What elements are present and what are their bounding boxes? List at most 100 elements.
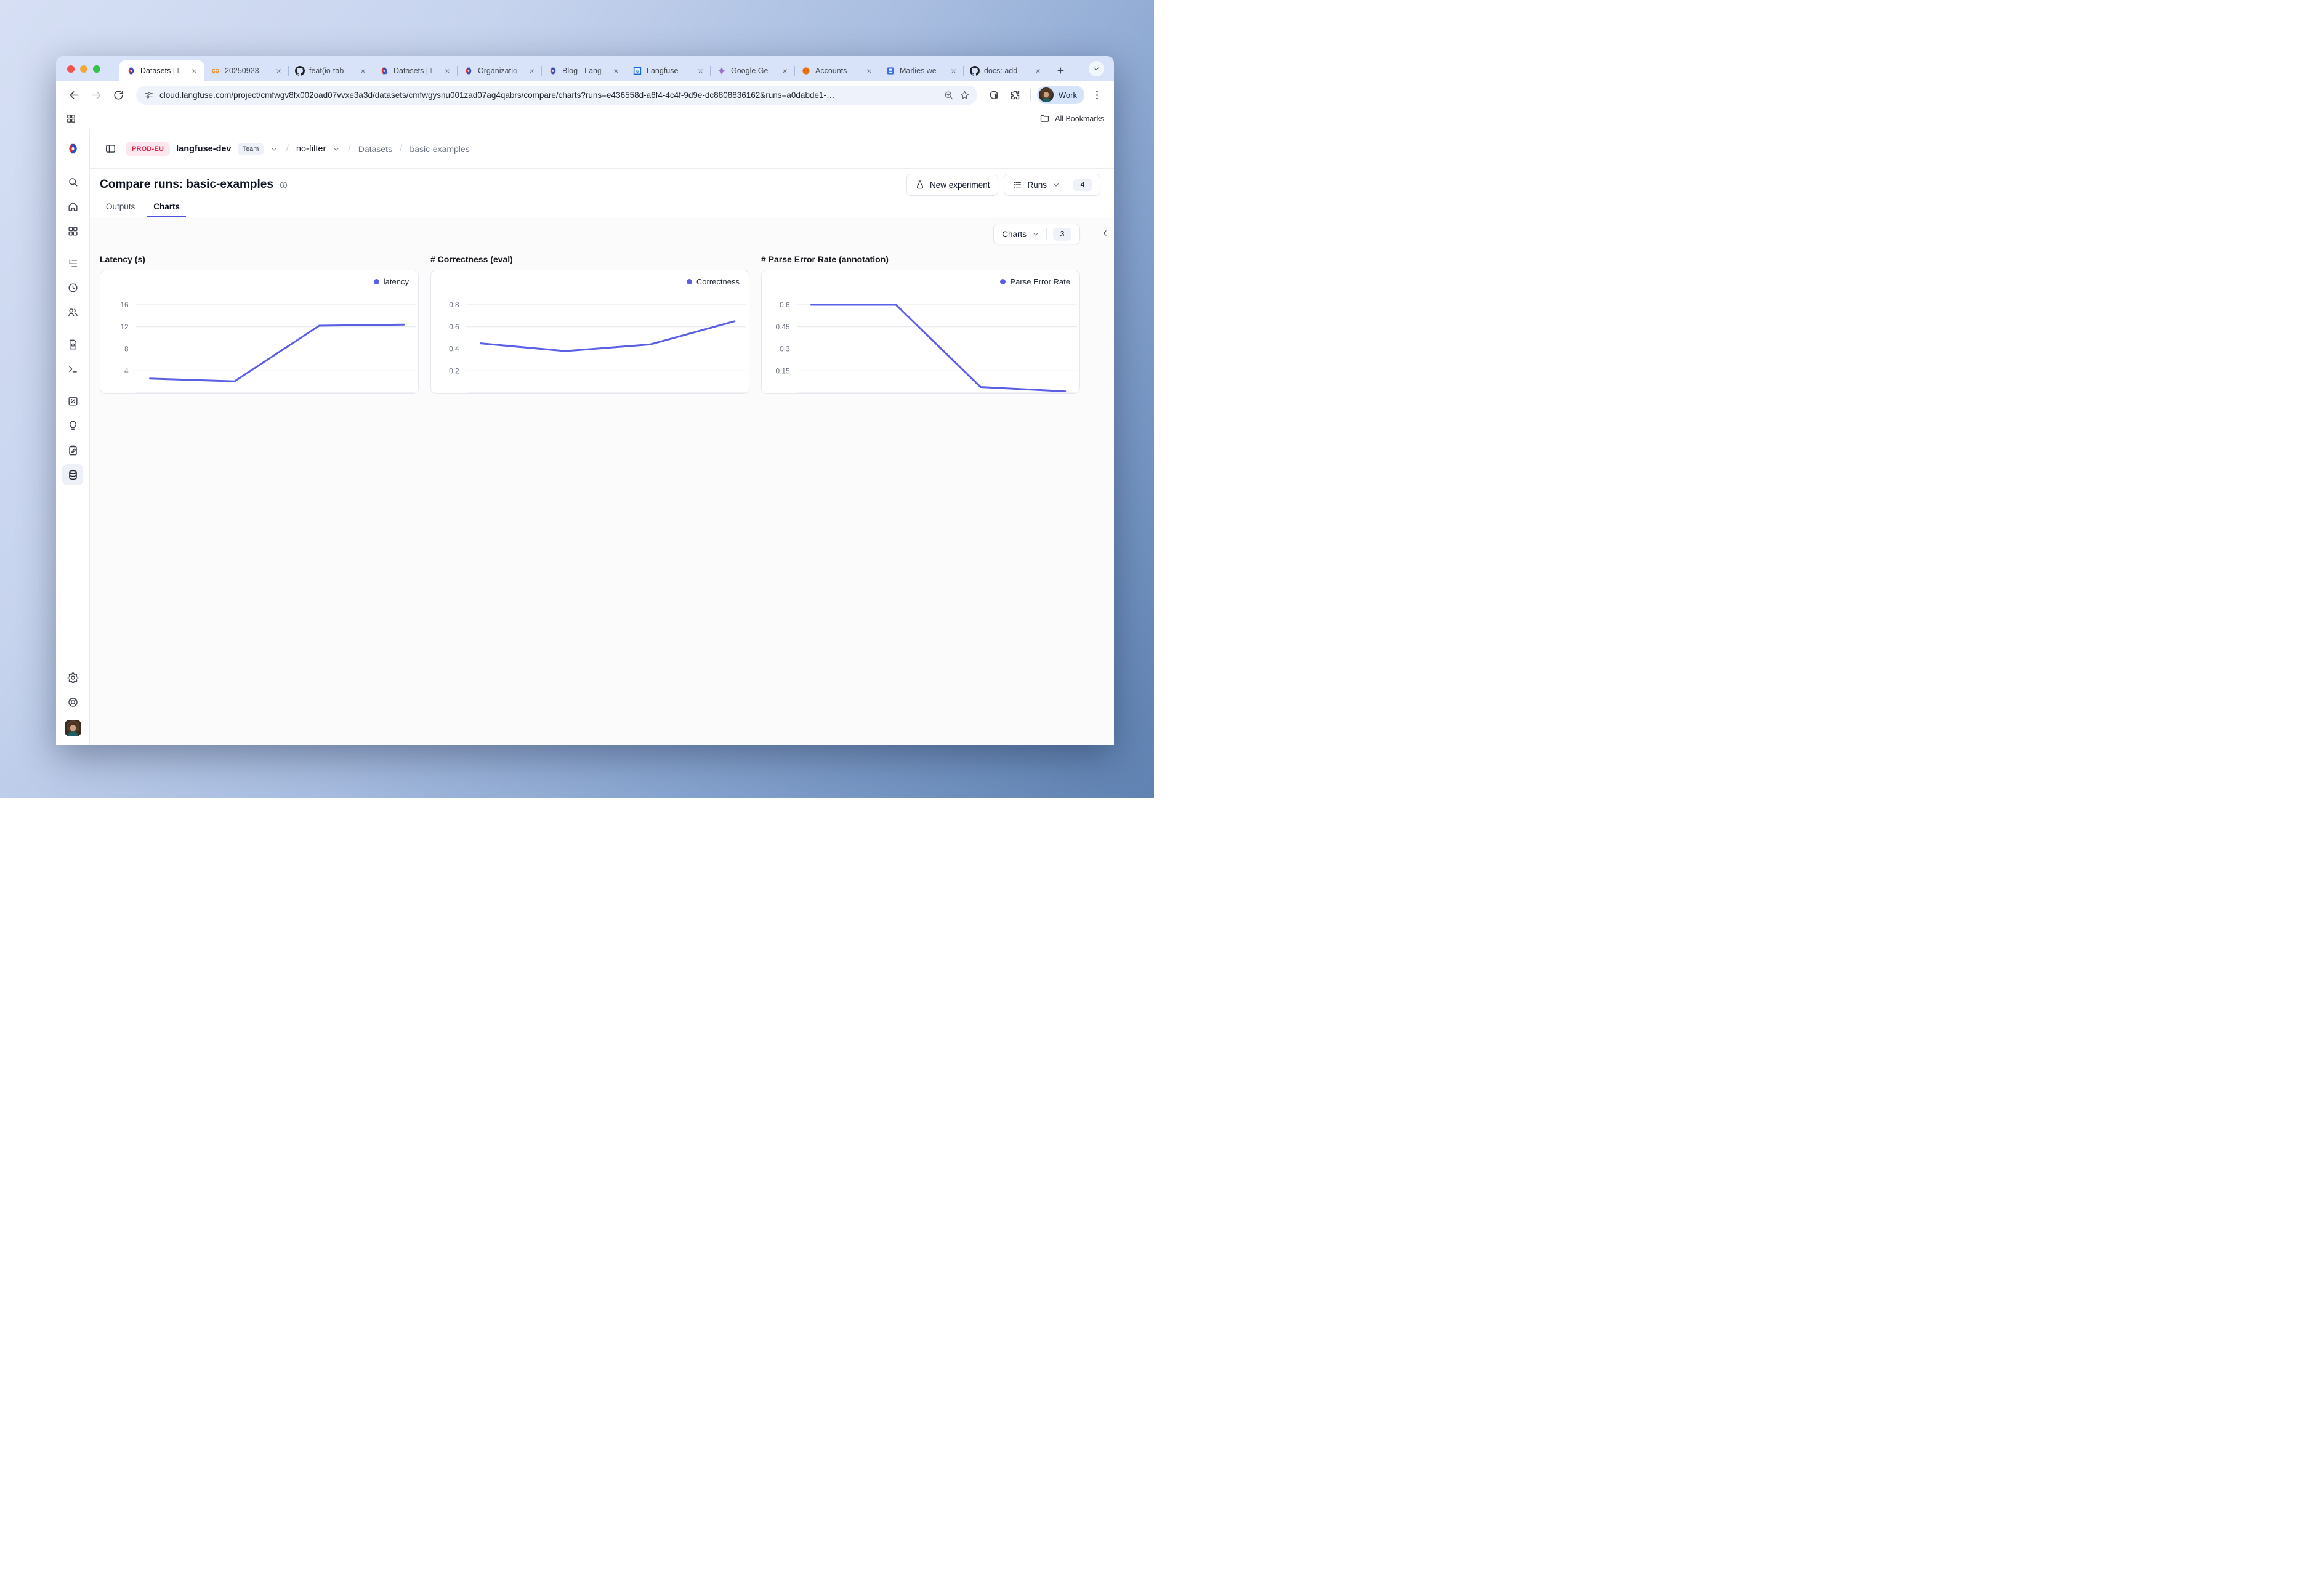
sidebar-item-datasets[interactable] — [62, 464, 83, 485]
bookmark-star-icon[interactable] — [959, 90, 970, 100]
tab-close-icon[interactable] — [527, 66, 536, 76]
sidebar-item-sessions[interactable] — [62, 277, 83, 298]
new-experiment-button[interactable]: New experiment — [906, 174, 999, 196]
tab-close-icon[interactable] — [780, 66, 789, 76]
sidebar-item-dashboards[interactable] — [62, 220, 83, 241]
browser-tab[interactable]: Datasets | L — [373, 60, 457, 81]
sidebar-item-insights[interactable] — [62, 415, 83, 436]
browser-tab[interactable]: Blog - Lang — [541, 60, 626, 81]
gemini-favicon — [717, 66, 727, 76]
tab-close-icon[interactable] — [358, 66, 368, 76]
runs-dropdown-button[interactable]: Runs 4 — [1004, 174, 1100, 196]
browser-tab-strip: Datasets | LCO20250923feat(io-tabDataset… — [56, 56, 1114, 81]
tab-title: docs: add — [984, 66, 1028, 75]
tab-close-icon[interactable] — [273, 66, 283, 76]
sidebar-item-annotation[interactable] — [62, 440, 83, 461]
tab-close-icon[interactable] — [948, 66, 958, 76]
langfuse-logo[interactable] — [66, 129, 80, 167]
browser-tab[interactable]: Organizatio — [457, 60, 541, 81]
window-minimize-button[interactable] — [80, 65, 87, 73]
browser-tab[interactable]: feat(io-tab — [288, 60, 373, 81]
new-tab-button[interactable] — [1052, 62, 1068, 78]
tab-close-icon[interactable] — [442, 66, 452, 76]
chart-card[interactable]: latency161284 — [100, 270, 419, 394]
sidebar-item-support[interactable] — [62, 691, 83, 712]
tab-close-icon[interactable] — [611, 66, 621, 76]
browser-tab[interactable]: Google Ge — [710, 60, 794, 81]
chart-block: # Parse Error Rate (annotation)Parse Err… — [761, 254, 1080, 394]
browser-tab[interactable]: Accounts | — [794, 60, 879, 81]
window-close-button[interactable] — [67, 65, 75, 73]
extensions-puzzle-icon[interactable] — [1007, 86, 1024, 103]
chart-canvas: 0.60.450.30.15 — [762, 270, 1079, 393]
sidebar-item-users[interactable] — [62, 302, 83, 323]
browser-tab[interactable]: CO20250923 — [204, 60, 288, 81]
app-sidebar — [56, 129, 90, 745]
tab-close-icon[interactable] — [695, 66, 705, 76]
sidebar-toggle-icon[interactable] — [101, 140, 119, 158]
charts-dropdown-button[interactable]: Charts 3 — [993, 224, 1080, 244]
collapse-panel-button[interactable] — [1098, 226, 1112, 240]
environment-badge[interactable]: PROD-EU — [126, 142, 170, 156]
svg-text:12: 12 — [120, 323, 129, 331]
back-button[interactable] — [65, 86, 83, 104]
langfuse-app: PROD-EU langfuse-dev Team no-filter Data… — [56, 129, 1114, 745]
legend-item: Parse Error Rate — [1000, 277, 1070, 286]
folder-icon — [1039, 113, 1050, 124]
svg-text:0.15: 0.15 — [776, 366, 791, 375]
all-bookmarks-label: All Bookmarks — [1055, 115, 1104, 123]
reload-button[interactable] — [109, 86, 127, 104]
tab-search-button[interactable] — [1089, 61, 1104, 76]
tab-close-icon[interactable] — [1033, 66, 1043, 76]
project-name[interactable]: no-filter — [296, 144, 326, 154]
chart-title: Latency (s) — [100, 254, 419, 264]
tab-title: Marlies we — [900, 66, 944, 75]
app-header: PROD-EU langfuse-dev Team no-filter Data… — [90, 129, 1114, 169]
sidebar-item-prompts[interactable] — [62, 334, 83, 355]
browser-profile-chip[interactable]: Work — [1037, 86, 1084, 104]
address-bar[interactable]: cloud.langfuse.com/project/cmfwgv8fx002o… — [136, 86, 977, 105]
org-name[interactable]: langfuse-dev — [176, 144, 231, 154]
svg-text:8: 8 — [124, 344, 129, 353]
sidebar-item-tracing[interactable] — [62, 252, 83, 273]
runs-chevron-down-icon — [1052, 180, 1060, 189]
org-chevron-down-icon[interactable] — [270, 145, 278, 153]
browser-tab[interactable]: Datasets | L — [119, 60, 204, 81]
tab-close-icon[interactable] — [864, 66, 874, 76]
zoom-search-icon[interactable] — [943, 90, 954, 100]
flask-icon — [915, 180, 925, 190]
forward-button[interactable] — [87, 86, 105, 104]
url-text[interactable]: cloud.langfuse.com/project/cmfwgv8fx002o… — [159, 91, 938, 100]
breadcrumb-datasets-link[interactable]: Datasets — [358, 144, 392, 154]
password-extension-icon[interactable] — [986, 86, 1003, 103]
browser-tab[interactable]: docs: add — [963, 60, 1047, 81]
user-avatar[interactable] — [65, 720, 81, 736]
browser-tab[interactable]: 6Langfuse - — [626, 60, 710, 81]
tab-close-icon[interactable] — [189, 66, 199, 76]
project-chevron-down-icon[interactable] — [332, 145, 341, 153]
chart-card[interactable]: Correctness0.80.60.40.2 — [430, 270, 749, 394]
tab-charts[interactable]: Charts — [147, 201, 186, 217]
svg-text:0.8: 0.8 — [449, 300, 459, 309]
site-settings-icon[interactable] — [143, 90, 154, 100]
legend-label: Correctness — [696, 277, 740, 286]
browser-tab[interactable]: Marlies we — [879, 60, 963, 81]
app-main-pane: PROD-EU langfuse-dev Team no-filter Data… — [90, 129, 1114, 745]
all-bookmarks[interactable]: All Bookmarks — [1028, 113, 1104, 124]
charts-label: Charts — [1002, 230, 1027, 239]
tab-title: Datasets | L — [393, 66, 438, 75]
chart-card[interactable]: Parse Error Rate0.60.450.30.15 — [761, 270, 1080, 394]
aws-favicon — [801, 66, 811, 76]
apps-grid-icon[interactable] — [66, 113, 76, 124]
sidebar-item-search[interactable] — [62, 171, 83, 192]
sidebar-item-settings[interactable] — [62, 667, 83, 688]
sidebar-item-evaluation[interactable] — [62, 390, 83, 411]
sidebar-item-playground[interactable] — [62, 358, 83, 379]
info-icon[interactable] — [279, 180, 289, 190]
tab-outputs[interactable]: Outputs — [100, 201, 141, 217]
breadcrumb-dataset-name[interactable]: basic-examples — [410, 144, 469, 154]
sidebar-item-home[interactable] — [62, 196, 83, 217]
window-maximize-button[interactable] — [93, 65, 100, 73]
svg-text:0.45: 0.45 — [776, 323, 791, 331]
browser-menu-kebab-icon[interactable] — [1088, 86, 1105, 103]
